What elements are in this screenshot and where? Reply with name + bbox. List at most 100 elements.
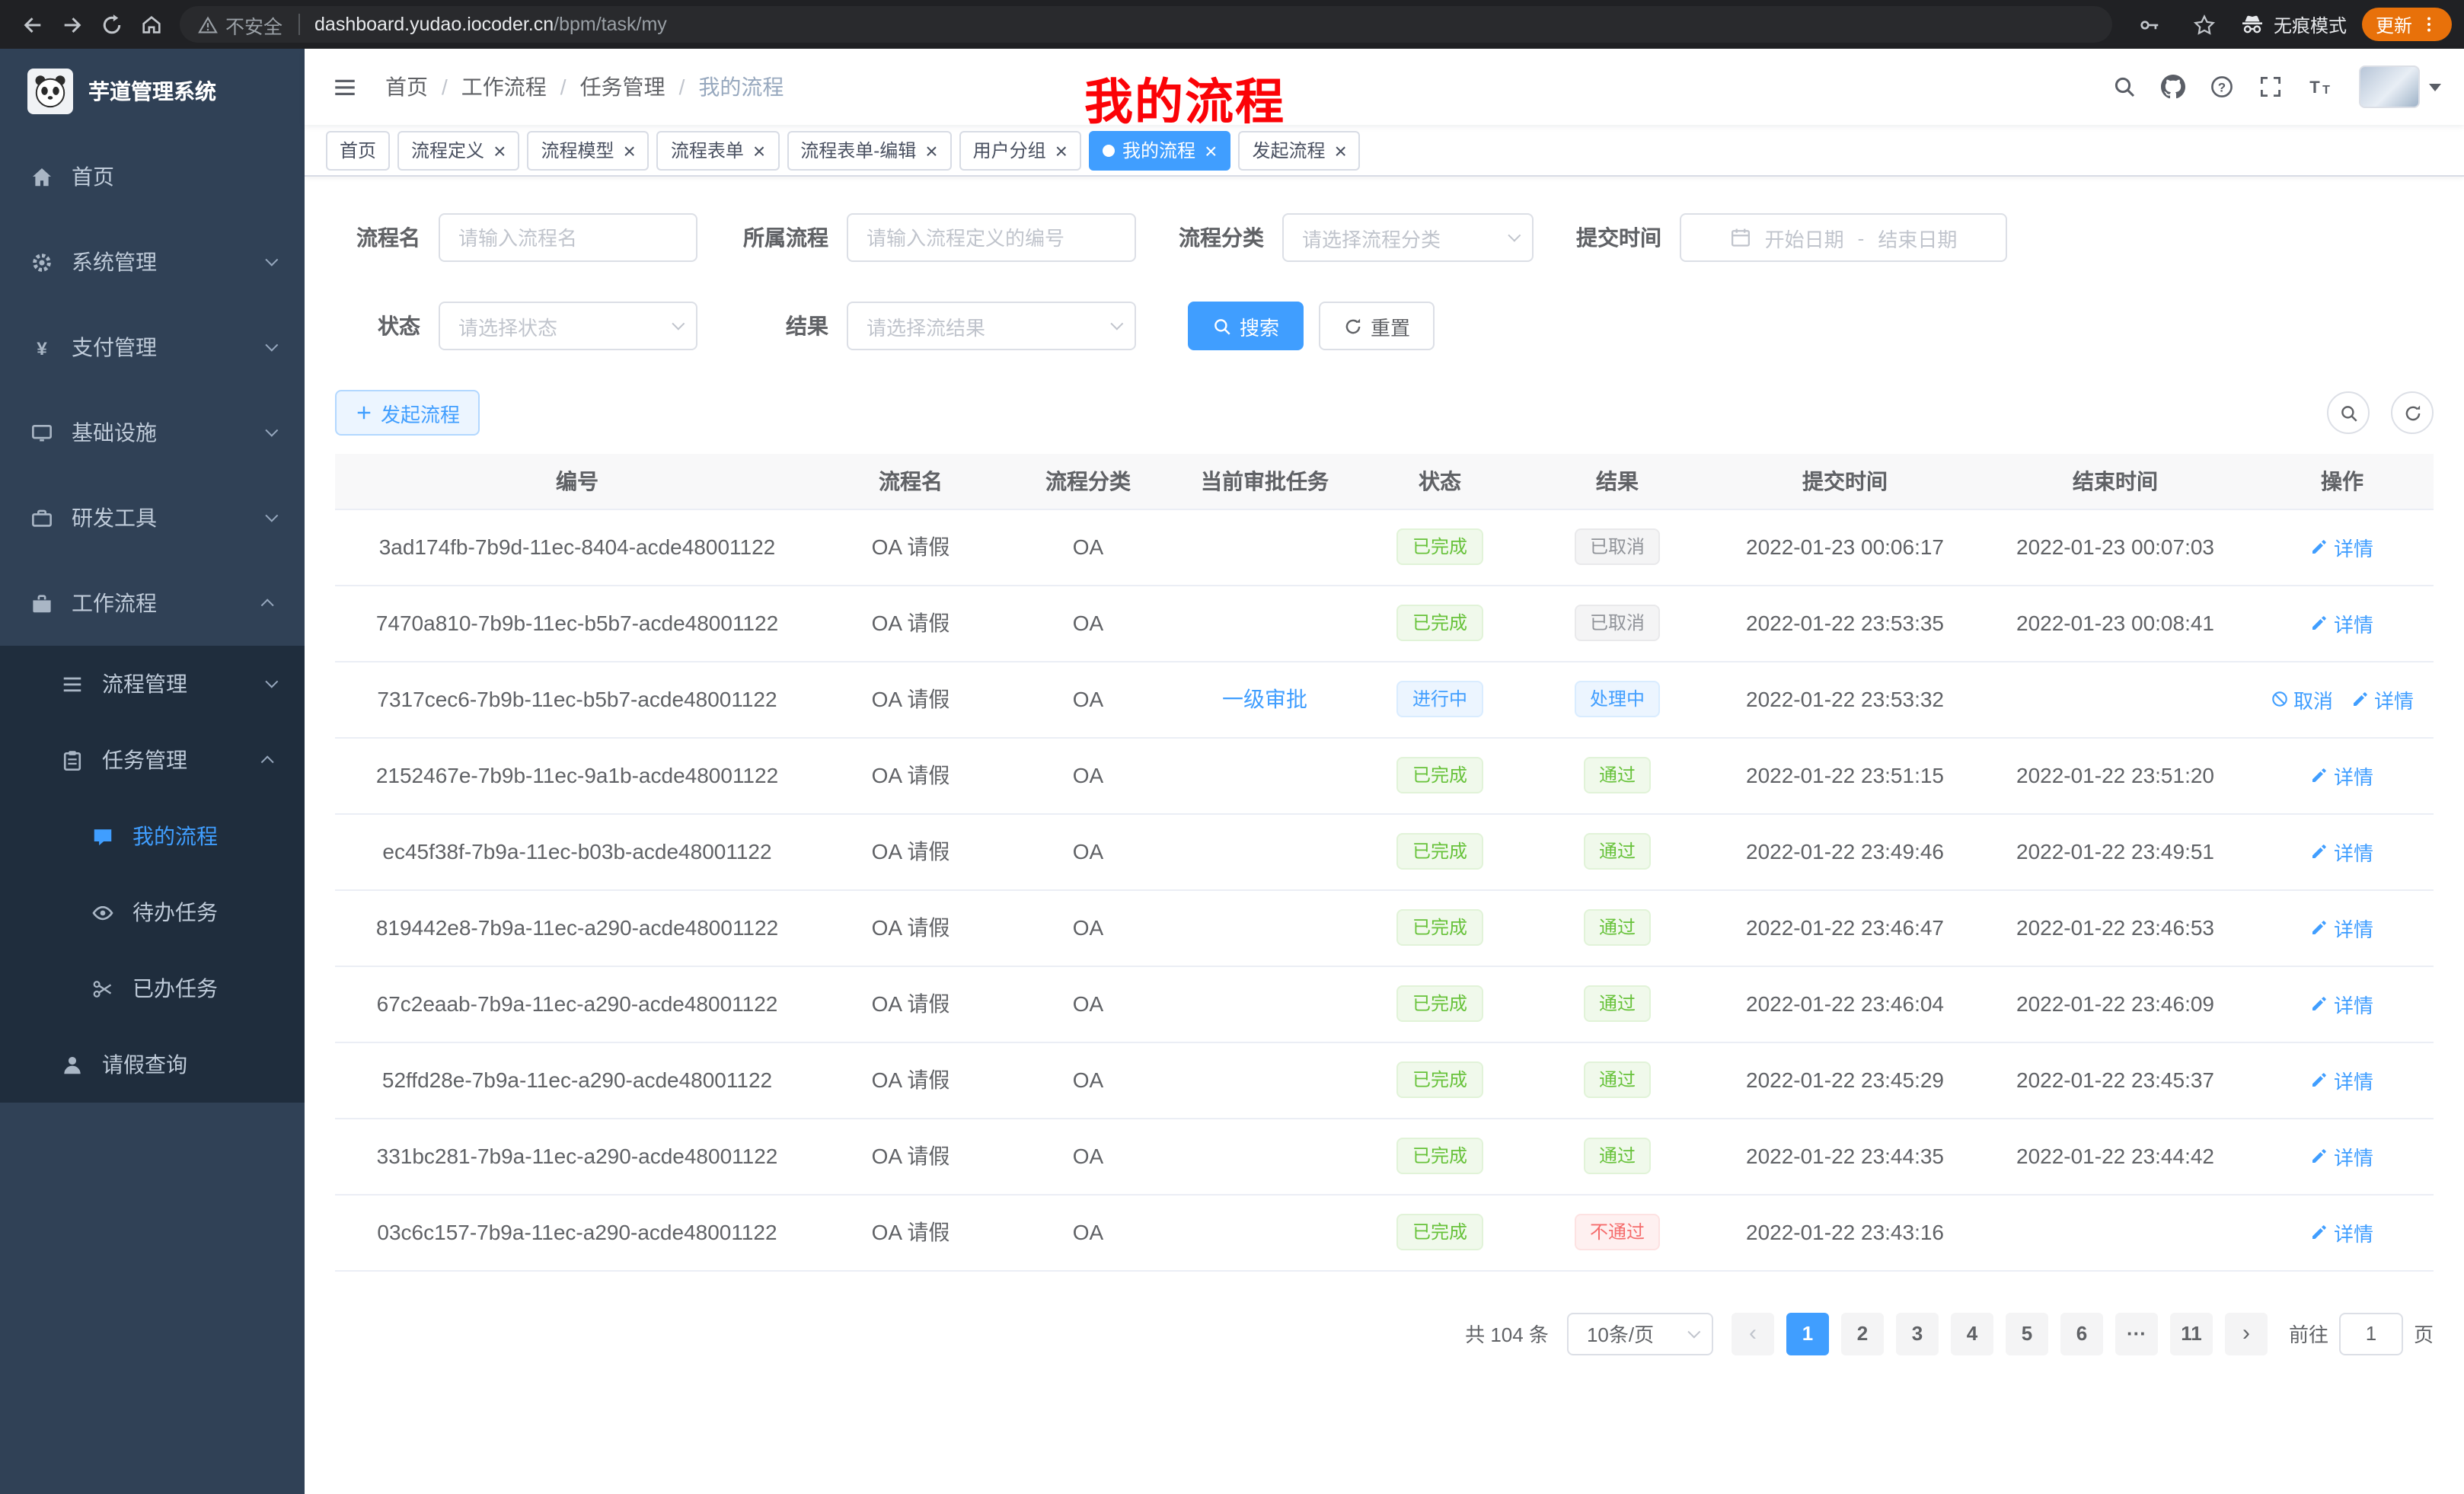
- fullscreen-button[interactable]: [2249, 65, 2292, 108]
- page-ellipsis[interactable]: ···: [2115, 1312, 2158, 1355]
- header-search-button[interactable]: [2103, 65, 2146, 108]
- submit-time-range-picker[interactable]: 开始日期 - 结束日期: [1680, 213, 2007, 262]
- tab-close-icon[interactable]: ×: [1205, 139, 1217, 161]
- page-6[interactable]: 6: [2060, 1312, 2103, 1355]
- detail-link[interactable]: 详情: [2311, 1218, 2373, 1247]
- sidebar-item-system-management[interactable]: 系统管理: [0, 219, 305, 305]
- key-icon: [2139, 13, 2162, 36]
- svg-text:T: T: [2309, 78, 2320, 97]
- next-page-button[interactable]: ›: [2225, 1312, 2268, 1355]
- tab-close-icon[interactable]: ×: [1334, 139, 1346, 161]
- tab-process-form[interactable]: 流程表单×: [657, 130, 779, 170]
- prev-page-button[interactable]: ‹: [1732, 1312, 1774, 1355]
- user-avatar[interactable]: [2359, 65, 2441, 108]
- jump-page-input[interactable]: [2339, 1312, 2403, 1355]
- search-button[interactable]: 搜索: [1188, 302, 1304, 350]
- detail-link[interactable]: 详情: [2311, 1065, 2373, 1094]
- sidebar-item-home[interactable]: 首页: [0, 134, 305, 219]
- result-select[interactable]: 请选择流结果: [847, 302, 1136, 350]
- tab-user-group[interactable]: 用户分组×: [959, 130, 1081, 170]
- sidebar-item-process-management[interactable]: 流程管理: [0, 646, 305, 722]
- tab-close-icon[interactable]: ×: [925, 139, 937, 161]
- sidebar-item-payment-management[interactable]: ¥支付管理: [0, 305, 305, 390]
- page-1[interactable]: 1: [1786, 1312, 1829, 1355]
- process-name-input[interactable]: [439, 213, 697, 262]
- sidebar-item-leave-query[interactable]: 请假查询: [0, 1026, 305, 1103]
- address-bar[interactable]: 不安全 dashboard.yudao.iocoder.cn/bpm/task/…: [180, 6, 2112, 43]
- app-logo[interactable]: 芋道管理系统: [0, 49, 305, 134]
- password-key-button[interactable]: [2130, 5, 2170, 44]
- status-select[interactable]: 请选择状态: [439, 302, 697, 350]
- result-badge: 通过: [1584, 833, 1651, 870]
- table-row: 3ad174fb-7b9d-11ec-8404-acde48001122OA 请…: [335, 509, 2434, 585]
- bookmark-button[interactable]: [2185, 5, 2225, 44]
- clipboard-icon: [61, 749, 84, 771]
- breadcrumb-item[interactable]: 首页: [385, 72, 428, 102]
- tab-my-processes[interactable]: 我的流程×: [1089, 130, 1230, 170]
- page-size-select[interactable]: 10条/页: [1567, 1312, 1713, 1355]
- detail-link[interactable]: 详情: [2311, 532, 2373, 561]
- back-button[interactable]: [12, 5, 52, 44]
- home-button[interactable]: [131, 5, 171, 44]
- column-header: 流程名: [819, 454, 1002, 509]
- forward-button[interactable]: [52, 5, 91, 44]
- tab-close-icon[interactable]: ×: [753, 139, 765, 161]
- chevron-up-icon: [261, 599, 274, 611]
- cell-current-task: [1174, 889, 1355, 966]
- toolbar-refresh-button[interactable]: [2391, 391, 2434, 434]
- hamburger-button[interactable]: [327, 70, 361, 104]
- reset-button[interactable]: 重置: [1319, 302, 1435, 350]
- tab-close-icon[interactable]: ×: [1055, 139, 1068, 161]
- cell-status: 已完成: [1355, 1194, 1524, 1270]
- sidebar-item-task-management[interactable]: 任务管理: [0, 722, 305, 798]
- sidebar-item-my-processes[interactable]: 我的流程: [0, 798, 305, 874]
- tab-process-form-edit[interactable]: 流程表单-编辑×: [787, 130, 951, 170]
- breadcrumb-item[interactable]: 任务管理: [580, 72, 665, 102]
- font-size-button[interactable]: TT: [2298, 65, 2341, 108]
- tab-close-icon[interactable]: ×: [623, 139, 635, 161]
- owner-process-input[interactable]: [847, 213, 1136, 262]
- page-2[interactable]: 2: [1841, 1312, 1884, 1355]
- tab-home[interactable]: 首页: [326, 130, 390, 170]
- table-row: 2152467e-7b9b-11ec-9a1b-acde48001122OA 请…: [335, 737, 2434, 813]
- page-11[interactable]: 11: [2170, 1312, 2213, 1355]
- current-task-link[interactable]: 一级审批: [1222, 687, 1307, 711]
- reload-button[interactable]: [91, 5, 131, 44]
- github-button[interactable]: [2152, 65, 2194, 108]
- sidebar-item-todo-tasks[interactable]: 待办任务: [0, 874, 305, 950]
- category-select[interactable]: 请选择流程分类: [1282, 213, 1534, 262]
- detail-link[interactable]: 详情: [2351, 685, 2414, 713]
- help-button[interactable]: ?: [2201, 65, 2243, 108]
- detail-link[interactable]: 详情: [2311, 608, 2373, 637]
- cell-actions: 详情: [2251, 509, 2434, 585]
- toolbar-search-button[interactable]: [2327, 391, 2370, 434]
- detail-link[interactable]: 详情: [2311, 1141, 2373, 1170]
- page-5[interactable]: 5: [2006, 1312, 2048, 1355]
- page-3[interactable]: 3: [1896, 1312, 1939, 1355]
- edit-icon: [2311, 994, 2329, 1013]
- tab-start-process[interactable]: 发起流程×: [1238, 130, 1360, 170]
- tab-process-model[interactable]: 流程模型×: [527, 130, 649, 170]
- detail-link[interactable]: 详情: [2311, 761, 2373, 790]
- edit-icon: [2311, 1071, 2329, 1089]
- breadcrumb-item[interactable]: 工作流程: [461, 72, 547, 102]
- sidebar-item-done-tasks[interactable]: 已办任务: [0, 950, 305, 1026]
- incognito-badge: 无痕模式: [2240, 11, 2347, 37]
- tab-close-icon[interactable]: ×: [493, 139, 506, 161]
- start-process-button[interactable]: 发起流程: [335, 390, 480, 436]
- sidebar-item-workflow[interactable]: 工作流程: [0, 560, 305, 646]
- sidebar-item-infrastructure[interactable]: 基础设施: [0, 390, 305, 475]
- tab-process-definition[interactable]: 流程定义×: [397, 130, 519, 170]
- security-label: 不安全: [225, 10, 282, 39]
- page-4[interactable]: 4: [1951, 1312, 1993, 1355]
- detail-link[interactable]: 详情: [2311, 837, 2373, 866]
- cell-status: 已完成: [1355, 1118, 1524, 1194]
- detail-link[interactable]: 详情: [2311, 989, 2373, 1018]
- cell-result: 通过: [1524, 737, 1710, 813]
- cancel-link[interactable]: 取消: [2271, 685, 2333, 713]
- browser-update-button[interactable]: 更新: [2362, 8, 2452, 41]
- detail-link[interactable]: 详情: [2311, 913, 2373, 942]
- cell-end-time: 2022-01-22 23:44:42: [1980, 1118, 2251, 1194]
- sidebar-item-dev-tools[interactable]: 研发工具: [0, 475, 305, 560]
- cell-end-time: 2022-01-23 00:08:41: [1980, 585, 2251, 661]
